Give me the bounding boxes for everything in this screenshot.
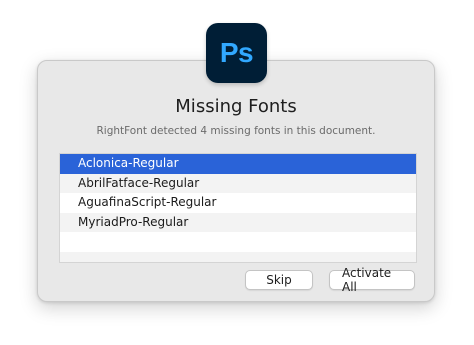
missing-fonts-list[interactable]: Aclonica-Regular AbrilFatface-Regular Ag… xyxy=(59,153,417,263)
empty-list-row xyxy=(60,251,416,262)
dialog-buttons: Skip Activate All xyxy=(245,266,415,294)
app-icon-label: Ps xyxy=(219,37,254,68)
missing-fonts-dialog: Missing Fonts RightFont detected 4 missi… xyxy=(37,60,435,302)
skip-button[interactable]: Skip xyxy=(245,270,313,290)
font-list-item[interactable]: Aclonica-Regular xyxy=(60,154,416,174)
photoshop-app-icon: Ps xyxy=(206,23,267,83)
empty-list-row xyxy=(60,232,416,252)
font-list-item[interactable]: AguafinaScript-Regular xyxy=(60,193,416,213)
font-list-item[interactable]: MyriadPro-Regular xyxy=(60,212,416,233)
font-list-item[interactable]: AbrilFatface-Regular xyxy=(60,173,416,194)
dialog-message: RightFont detected 4 missing fonts in th… xyxy=(96,125,376,137)
dialog-title: Missing Fonts xyxy=(175,96,297,117)
activate-all-button[interactable]: Activate All xyxy=(329,266,415,294)
